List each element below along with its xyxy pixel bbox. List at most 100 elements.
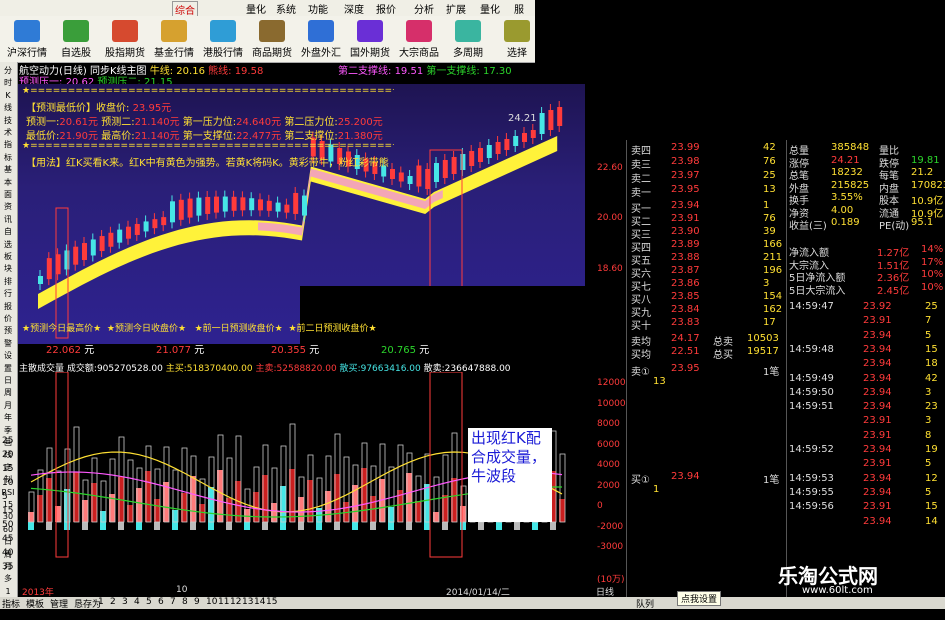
bottom-tab-17[interactable]: 14: [254, 597, 265, 607]
toolbar-button-0[interactable]: 沪深行情: [2, 18, 52, 60]
left-button-6[interactable]: 指: [1, 138, 15, 151]
bottom-tab-0[interactable]: 指标: [2, 597, 20, 610]
bottom-tab-11[interactable]: 8: [182, 597, 188, 607]
bottom-tab-4[interactable]: 1: [98, 597, 104, 607]
left-button-16[interactable]: 块: [1, 262, 15, 275]
bottom-tab-1[interactable]: 模板: [26, 597, 44, 610]
toolbar-button-6[interactable]: 外盘外汇: [296, 18, 346, 60]
settings-tooltip[interactable]: 点我设置: [677, 591, 722, 606]
volume-neg-bar: [172, 522, 178, 530]
toolbar-label: 选择: [507, 48, 527, 59]
left-button-0[interactable]: 分: [1, 64, 15, 77]
left-button-26[interactable]: 周: [1, 386, 15, 399]
bottom-tab-5[interactable]: 2: [110, 597, 116, 607]
left-button-7[interactable]: 标: [1, 151, 15, 164]
left-button-9[interactable]: 本: [1, 176, 15, 189]
left-button-1[interactable]: 时: [1, 76, 15, 89]
volume-neg-bar: [262, 522, 268, 530]
toolbar-label: 沪深行情: [7, 48, 47, 59]
left-button-20[interactable]: 价: [1, 312, 15, 325]
queue-tab[interactable]: 队列: [636, 597, 654, 610]
bottom-tab-6[interactable]: 3: [122, 597, 128, 607]
menu-item-6[interactable]: 分析: [414, 1, 434, 16]
left-button-22[interactable]: 警: [1, 337, 15, 350]
bottom-tab-13[interactable]: 10: [206, 597, 217, 607]
support2-value: 19.51: [394, 66, 424, 77]
volume-neg-bar: [208, 522, 214, 530]
bottom-tab-16[interactable]: 13: [242, 597, 253, 607]
volume-neg-bar: [64, 522, 70, 530]
left-button-8[interactable]: 基: [1, 163, 15, 176]
left-button-5[interactable]: 术: [1, 126, 15, 139]
left-button-10[interactable]: 面: [1, 188, 15, 201]
toolbar-button-5[interactable]: 商品期货: [247, 18, 297, 60]
left-button-15[interactable]: 板: [1, 250, 15, 263]
left-button-41[interactable]: 多: [1, 572, 15, 585]
bid-price: 23.87: [671, 265, 700, 276]
left-button-24[interactable]: 置: [1, 362, 15, 375]
bottom-tab-7[interactable]: 4: [134, 597, 140, 607]
left-button-17[interactable]: 排: [1, 275, 15, 288]
left-button-3[interactable]: 线: [1, 101, 15, 114]
bid-volume: 76: [763, 213, 776, 224]
left-button-12[interactable]: 讯: [1, 213, 15, 226]
bid1-price: 23.94: [671, 471, 700, 482]
left-button-27[interactable]: 月: [1, 399, 15, 412]
bottom-tab-15[interactable]: 12: [230, 597, 241, 607]
predict-label-prev1: ★前一日预测收盘价★: [194, 324, 283, 334]
candle: [425, 169, 431, 189]
menu-item-9[interactable]: 服: [514, 1, 524, 16]
left-button-4[interactable]: 技: [1, 114, 15, 127]
toolbar-button-1[interactable]: 自选股: [51, 18, 101, 60]
flow-pct: 10%: [921, 281, 944, 293]
left-button-2[interactable]: K: [1, 89, 15, 102]
left-button-14[interactable]: 选: [1, 238, 15, 251]
left-button-18[interactable]: 行: [1, 287, 15, 300]
bottom-tab-8[interactable]: 5: [146, 597, 152, 607]
select-icon: [504, 20, 530, 42]
toolbar-label: 商品期货: [252, 48, 292, 59]
bottom-tab-3[interactable]: 恳存为: [74, 597, 101, 610]
left-button-42[interactable]: 1: [1, 585, 15, 598]
left-button-28[interactable]: 年: [1, 411, 15, 424]
tick-price: 23.91: [863, 501, 892, 513]
left-button-21[interactable]: 预: [1, 324, 15, 337]
menu-item-7[interactable]: 扩展: [446, 1, 466, 16]
total-value: 19517: [747, 346, 779, 357]
bottom-tab-14[interactable]: 11: [218, 597, 229, 607]
bid-price: 23.85: [671, 291, 700, 302]
left-button-29[interactable]: 季: [1, 424, 15, 437]
toolbar-button-2[interactable]: 股指期货: [100, 18, 150, 60]
volume-neg-bar: [550, 522, 556, 530]
bottom-tab-2[interactable]: 管理: [50, 597, 68, 610]
toolbar-button-4[interactable]: 港股行情: [198, 18, 248, 60]
volume-neg-bar: [424, 522, 430, 530]
candle: [557, 107, 563, 126]
menu-item-5[interactable]: 报价: [376, 1, 396, 16]
toolbar-button-9[interactable]: 多周期: [443, 18, 493, 60]
bottom-tab-9[interactable]: 6: [158, 597, 164, 607]
left-button-13[interactable]: 自: [1, 225, 15, 238]
bottom-tab-18[interactable]: 15: [266, 597, 277, 607]
candle: [548, 110, 554, 130]
bottom-tab-12[interactable]: 9: [194, 597, 200, 607]
menu-item-1[interactable]: 量化: [246, 1, 266, 16]
left-button-19[interactable]: 报: [1, 300, 15, 313]
left-button-23[interactable]: 设: [1, 349, 15, 362]
menu-item-2[interactable]: 系统: [276, 1, 296, 16]
candle: [284, 204, 290, 213]
left-button-25[interactable]: 日: [1, 374, 15, 387]
toolbar-button-10[interactable]: 选择: [492, 18, 542, 60]
bid-price: 23.88: [671, 252, 700, 263]
bid1-vol: 1: [653, 484, 660, 495]
bottom-tab-bar: 指标 模板 管理 恳存为 1 2 3 4 5 6 7 8 9 10 11 12 13 14 15: [0, 597, 945, 610]
toolbar-button-3[interactable]: 基金行情: [149, 18, 199, 60]
left-button-11[interactable]: 资: [1, 200, 15, 213]
menu-item-8[interactable]: 量化: [480, 1, 500, 16]
menu-item-4[interactable]: 深度: [344, 1, 364, 16]
toolbar-button-7[interactable]: 国外期货: [345, 18, 395, 60]
left-volume-axis-9: 35: [2, 562, 14, 572]
menu-item-3[interactable]: 功能: [308, 1, 328, 16]
bottom-tab-10[interactable]: 7: [170, 597, 176, 607]
toolbar-button-8[interactable]: 大宗商品: [394, 18, 444, 60]
